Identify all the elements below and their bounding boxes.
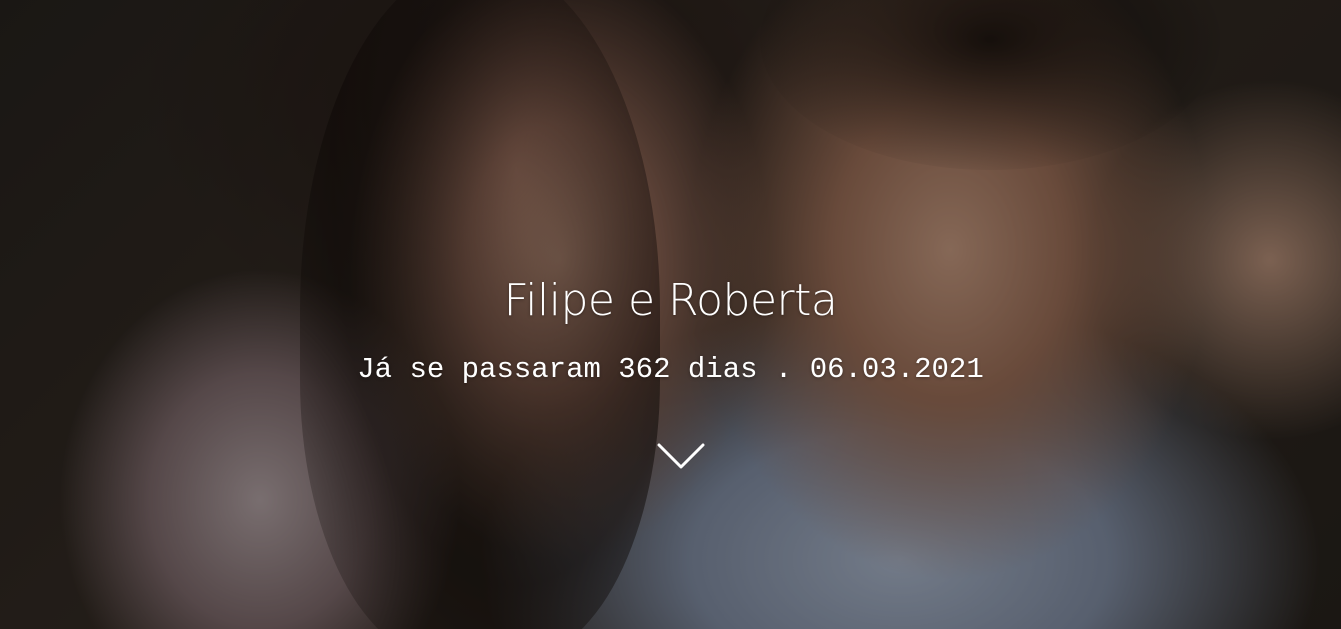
days-counter-subtitle: Já se passaram 362 dias . 06.03.2021 bbox=[357, 353, 984, 386]
couple-names-title: Filipe e Roberta bbox=[503, 275, 838, 326]
scroll-down-button[interactable] bbox=[655, 436, 707, 476]
chevron-down-icon bbox=[657, 443, 705, 469]
hero-section: Filipe e Roberta Já se passaram 362 dias… bbox=[0, 0, 1341, 629]
hero-content: Filipe e Roberta Já se passaram 362 dias… bbox=[0, 0, 1341, 629]
